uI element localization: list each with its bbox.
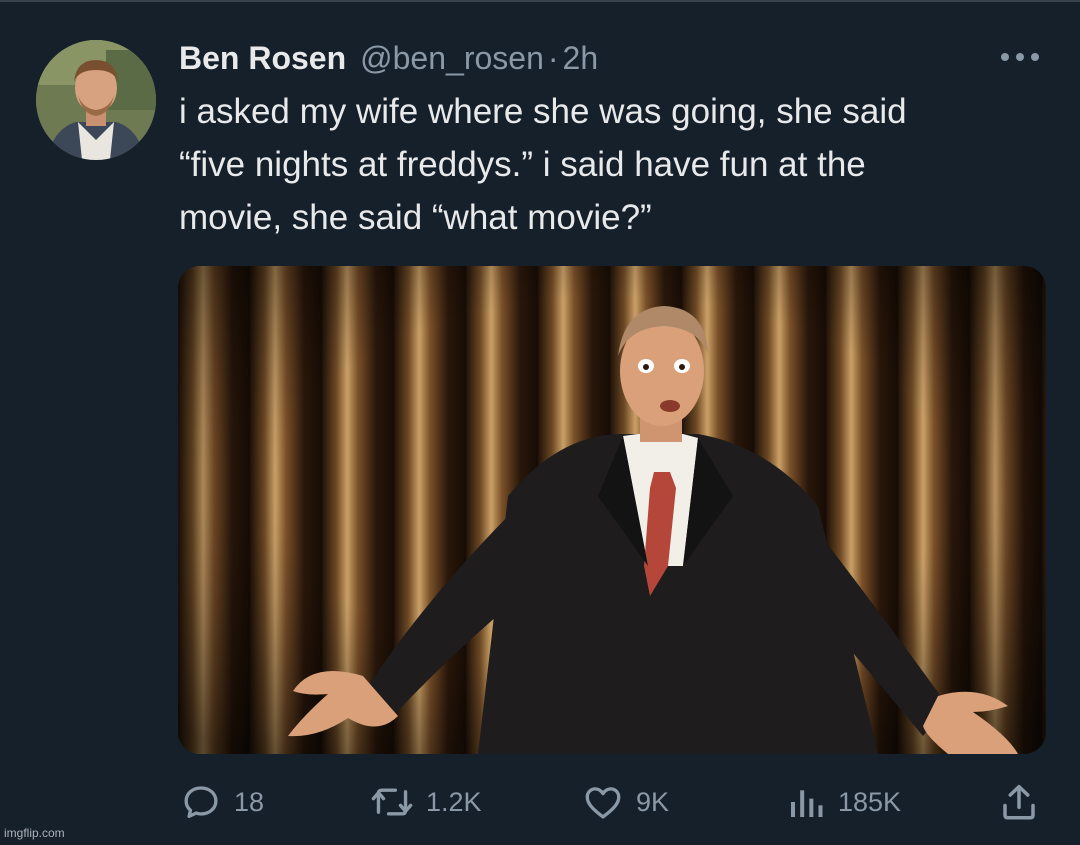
retweet-count: 1.2K [426,786,482,817]
author-handle[interactable]: @ben_rosen [360,40,544,77]
heart-icon [585,787,621,819]
reply-count: 18 [234,786,265,817]
tweet-timestamp[interactable]: 2h [563,40,599,77]
author-avatar[interactable] [36,40,156,160]
retweet-icon [371,788,413,816]
more-horizontal-icon [1001,53,1039,61]
share-button[interactable] [998,778,1040,826]
reply-bubble-icon [184,786,218,819]
views-button[interactable]: 185K [786,778,901,826]
tweet-header: Ben Rosen @ben_rosen · 2h [179,38,598,78]
more-options-button[interactable] [998,42,1042,72]
author-name[interactable]: Ben Rosen [179,40,346,77]
tweet-text-line: movie, she said “what movie?” [179,198,652,237]
retweet-button[interactable]: 1.2K [370,778,482,826]
tweet-media-image[interactable] [178,266,1046,754]
tweet-text-line: “five nights at freddys.” i said have fu… [179,145,866,184]
like-button[interactable]: 9K [582,778,669,826]
comedian-on-stage-photo [178,266,1046,754]
tweet-text-line: i asked my wife where she was going, she… [179,92,907,131]
top-divider [0,0,1080,2]
views-count: 185K [838,786,902,817]
like-count: 9K [636,786,670,817]
reply-button[interactable]: 18 [180,778,264,826]
share-upload-icon [1003,784,1035,820]
tweet-text: i asked my wife where she was going, she… [179,85,1049,244]
tweet-actions-bar: 18 1.2K 9K 185K [180,778,1050,826]
bar-chart-icon [791,790,823,817]
watermark: imgflip.com [4,826,65,840]
avatar-photo [36,40,156,160]
separator-dot: · [547,39,559,76]
